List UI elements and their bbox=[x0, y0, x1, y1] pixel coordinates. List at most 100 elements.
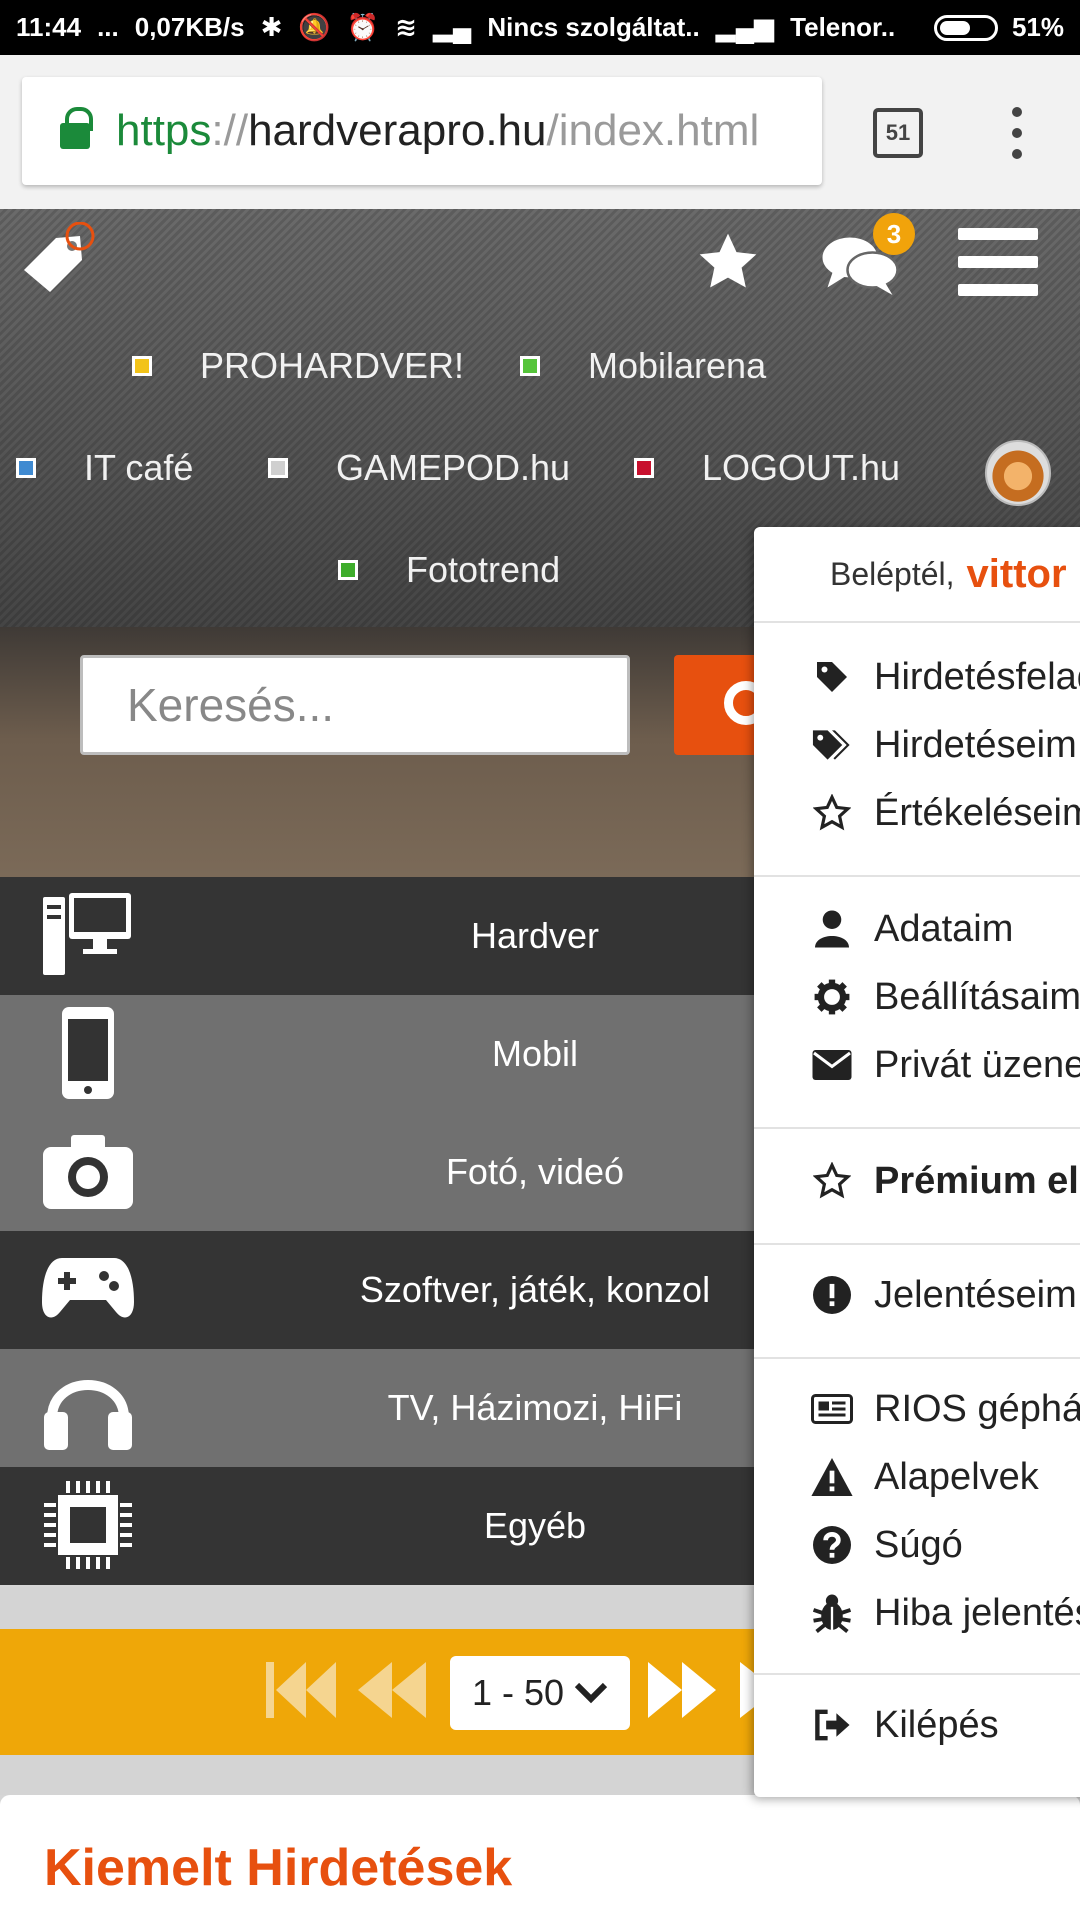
site-link-itcafe[interactable]: IT café bbox=[16, 447, 193, 489]
menu-item-label: Értékeléseim bbox=[874, 791, 1080, 834]
search-input[interactable]: Keresés... bbox=[80, 655, 630, 755]
lock-icon bbox=[60, 107, 93, 149]
tab-switcher-button[interactable]: 51 bbox=[873, 108, 923, 158]
status-net-speed: 0,07KB/s bbox=[134, 12, 245, 42]
status-time: 11:44 bbox=[16, 12, 82, 42]
page-range-select[interactable]: 1 - 50 bbox=[450, 1656, 630, 1730]
site-color-square bbox=[132, 356, 152, 376]
menu-divider bbox=[754, 1357, 1080, 1359]
star-outline-icon bbox=[810, 1159, 854, 1203]
carrier-2: Telenor.. bbox=[790, 12, 896, 42]
menu-item-hirdeteseim[interactable]: Hirdetéseim bbox=[754, 711, 1080, 779]
status-dots: ... bbox=[97, 12, 119, 42]
tag-icon bbox=[810, 655, 854, 699]
gear-icon bbox=[810, 975, 854, 1019]
url-path: /index.html bbox=[546, 106, 760, 155]
site-color-square bbox=[16, 458, 36, 478]
mobile-phone-icon bbox=[40, 1005, 136, 1101]
notification-badge: 3 bbox=[873, 213, 915, 255]
headphones-icon bbox=[40, 1359, 136, 1455]
browser-toolbar: https://hardverapro.hu/index.html 51 bbox=[0, 55, 1080, 209]
mute-icon: 🔕 bbox=[298, 12, 331, 42]
previous-page-icon[interactable] bbox=[356, 1662, 430, 1718]
menu-item-hiba-jelentes[interactable]: Hiba jelentés bbox=[754, 1579, 1080, 1647]
carrier-1: Nincs szolgáltat.. bbox=[487, 12, 700, 42]
battery-icon bbox=[933, 14, 998, 41]
menu-item-label: Privát üzenet bbox=[874, 1043, 1080, 1086]
menu-item-label: Hiba jelentés bbox=[874, 1591, 1080, 1634]
menu-divider bbox=[754, 1673, 1080, 1675]
site-color-square bbox=[268, 458, 288, 478]
site-link-label: Fototrend bbox=[406, 549, 561, 590]
url-scheme: https bbox=[116, 106, 212, 155]
envelope-icon bbox=[810, 1043, 854, 1087]
site-link-label: Mobilarena bbox=[588, 345, 767, 386]
menu-item-premium[interactable]: Prémium elő bbox=[754, 1147, 1080, 1215]
site-link-label: PROHARDVER! bbox=[200, 345, 465, 386]
user-icon bbox=[810, 907, 854, 951]
url-host: hardverapro.hu bbox=[248, 106, 547, 155]
star-outline-icon bbox=[810, 791, 854, 835]
warning-icon bbox=[810, 1455, 854, 1499]
site-link-gamepod[interactable]: GAMEPOD.hu bbox=[268, 447, 570, 489]
menu-divider bbox=[754, 1127, 1080, 1129]
menu-item-sugo[interactable]: Súgó bbox=[754, 1511, 1080, 1579]
menu-item-ertekeleseim[interactable]: Értékeléseim bbox=[754, 779, 1080, 847]
user-greeting: Beléptél, vittor bbox=[754, 527, 1080, 623]
signal-icon: ▂▄ bbox=[432, 12, 472, 42]
menu-item-kilepes[interactable]: Kilépés bbox=[754, 1691, 1080, 1759]
menu-item-label: Adataim bbox=[874, 907, 1014, 950]
menu-item-beallitasaim[interactable]: Beállításaim bbox=[754, 963, 1080, 1031]
site-color-square bbox=[520, 356, 540, 376]
menu-item-label: Kilépés bbox=[874, 1703, 999, 1746]
favorites-star-icon[interactable] bbox=[692, 228, 764, 296]
menu-item-label: Beállításaim bbox=[874, 975, 1080, 1018]
gamepad-icon bbox=[40, 1241, 136, 1337]
menu-item-label: Hirdetésfelad bbox=[874, 655, 1080, 698]
bug-icon bbox=[810, 1591, 854, 1635]
site-link-label: IT café bbox=[84, 447, 194, 488]
menu-item-label: RIOS gépház bbox=[874, 1387, 1080, 1430]
menu-item-privat-uzenet[interactable]: Privát üzenet bbox=[754, 1031, 1080, 1099]
user-avatar[interactable] bbox=[985, 440, 1051, 506]
site-link-fototrend[interactable]: Fototrend bbox=[338, 549, 560, 591]
battery-percent: 51% bbox=[1011, 12, 1064, 42]
tags-icon bbox=[810, 723, 854, 767]
menu-item-jelenteseim[interactable]: Jelentéseim bbox=[754, 1261, 1080, 1329]
bluetooth-icon: ✱ bbox=[260, 12, 283, 42]
status-bar: 11:44 ... 0,07KB/s ✱ 🔕 ⏰ ≋ ▂▄ Nincs szol… bbox=[0, 0, 1080, 55]
exclamation-icon bbox=[810, 1273, 854, 1317]
site-link-logout[interactable]: LOGOUT.hu bbox=[634, 447, 900, 489]
alarm-icon: ⏰ bbox=[346, 12, 380, 42]
menu-item-label: Jelentéseim bbox=[874, 1273, 1077, 1316]
hamburger-menu-button[interactable] bbox=[958, 228, 1038, 296]
menu-item-hirdetesfeladas[interactable]: Hirdetésfelad bbox=[754, 643, 1080, 711]
chip-icon bbox=[40, 1477, 136, 1573]
site-link-label: GAMEPOD.hu bbox=[336, 447, 571, 488]
menu-item-label: Hirdetéseim bbox=[874, 723, 1077, 766]
address-bar[interactable]: https://hardverapro.hu/index.html bbox=[22, 77, 822, 185]
desktop-computer-icon bbox=[40, 887, 136, 983]
username[interactable]: vittor bbox=[967, 552, 1067, 597]
browser-menu-button[interactable] bbox=[1010, 107, 1024, 159]
wifi-icon: ≋ bbox=[395, 12, 417, 42]
first-page-icon[interactable] bbox=[266, 1662, 340, 1718]
site-link-mobilarena[interactable]: Mobilarena bbox=[520, 345, 766, 387]
menu-item-rios-gephaz[interactable]: RIOS gépház bbox=[754, 1375, 1080, 1443]
url-separator: :// bbox=[211, 106, 249, 155]
site-link-label: LOGOUT.hu bbox=[702, 447, 901, 488]
site-link-prohardver[interactable]: PROHARDVER! bbox=[132, 345, 464, 387]
chevron-down-icon bbox=[574, 1682, 608, 1704]
next-page-icon[interactable] bbox=[646, 1662, 720, 1718]
greeting-text: Beléptél, bbox=[830, 555, 955, 592]
menu-item-alapelvek[interactable]: Alapelvek bbox=[754, 1443, 1080, 1511]
site-color-square bbox=[338, 560, 358, 580]
site-color-square bbox=[634, 458, 654, 478]
user-dropdown-menu: Beléptél, vittor Hirdetésfelad Hirdetése… bbox=[754, 527, 1080, 1797]
menu-divider bbox=[754, 1243, 1080, 1245]
logo-tag-icon[interactable] bbox=[16, 222, 96, 302]
newspaper-icon bbox=[810, 1387, 854, 1431]
menu-item-label: Prémium elő bbox=[874, 1159, 1080, 1202]
menu-item-adataim[interactable]: Adataim bbox=[754, 895, 1080, 963]
camera-icon bbox=[40, 1123, 136, 1219]
